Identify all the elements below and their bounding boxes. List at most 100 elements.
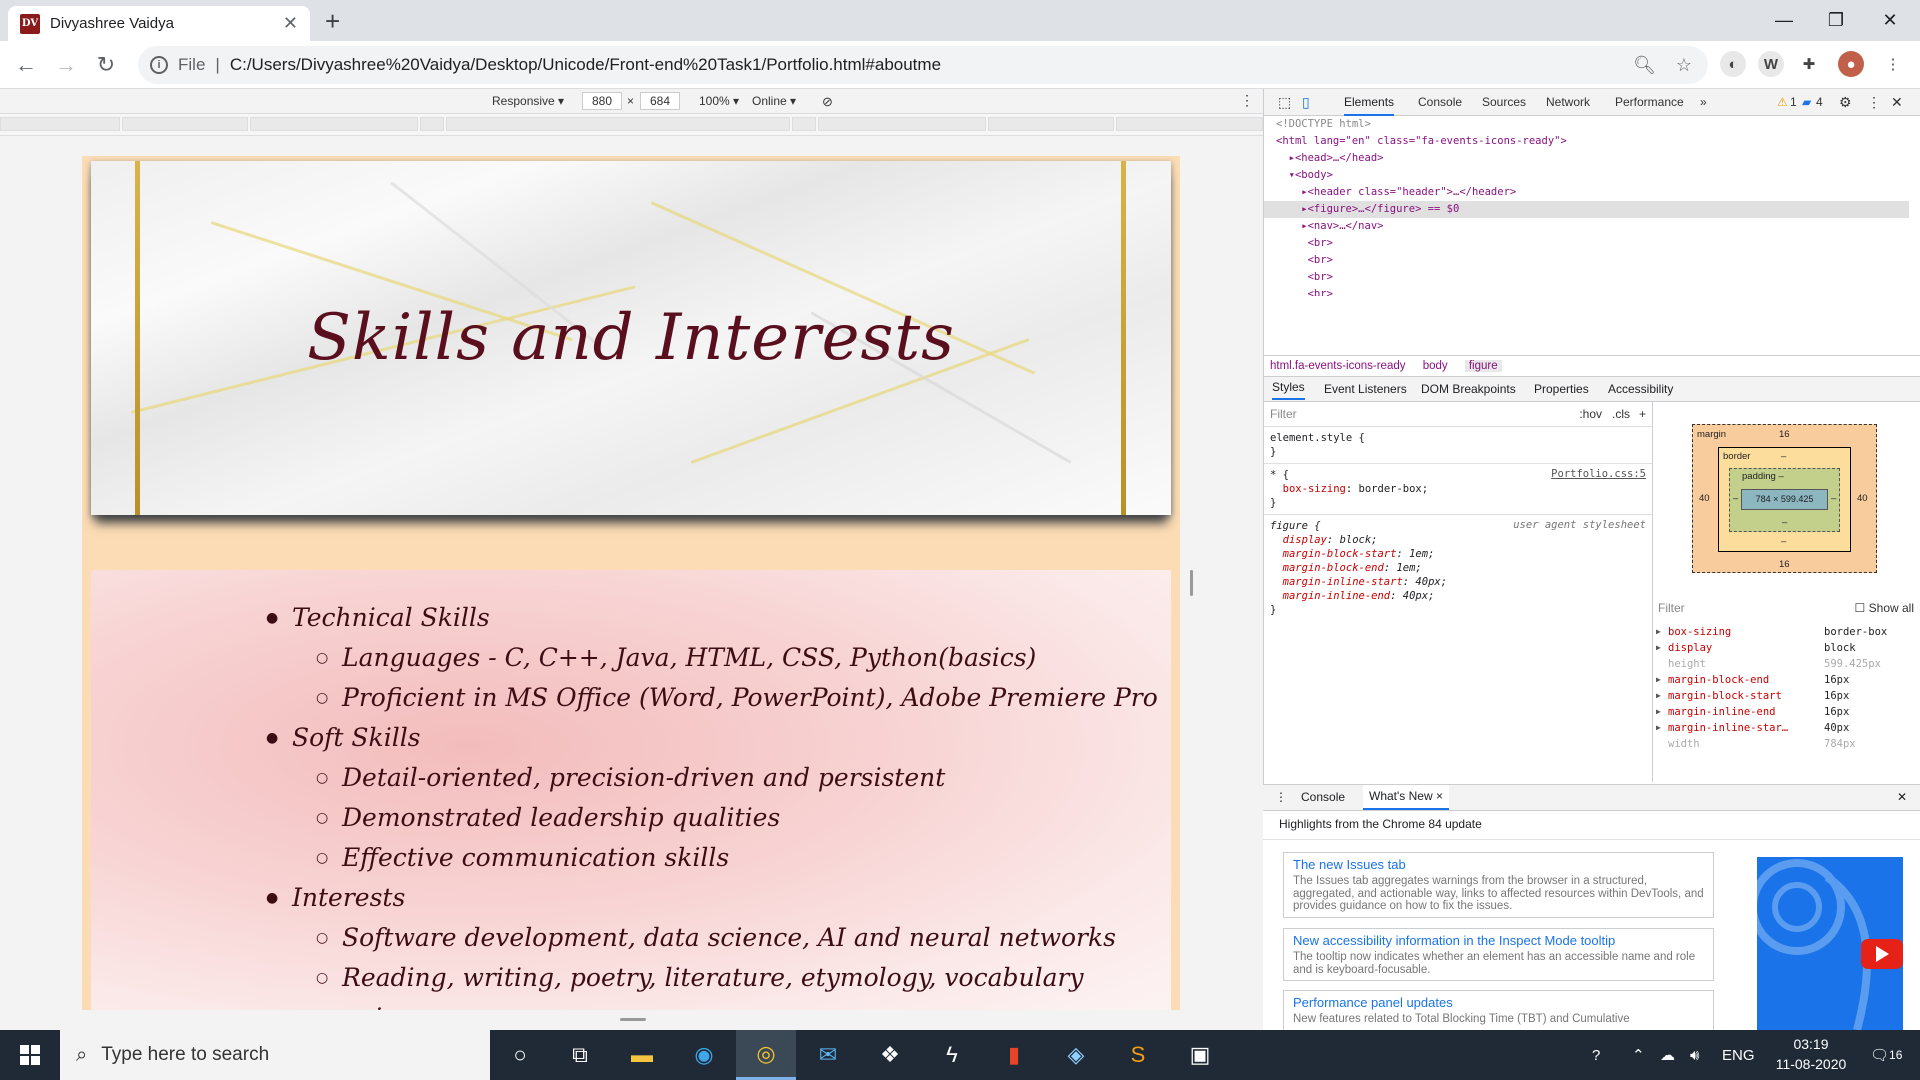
- device-mode-select[interactable]: Responsive ▾: [492, 94, 564, 108]
- breadcrumb-figure[interactable]: figure: [1464, 360, 1502, 372]
- tab-network[interactable]: Network: [1546, 89, 1590, 116]
- drawer-tab-console[interactable]: Console: [1301, 785, 1345, 810]
- device-width-input[interactable]: 880: [582, 92, 622, 110]
- close-window-icon[interactable]: ✕: [1860, 0, 1920, 41]
- computed-property[interactable]: ▶ margin-block-end 16px: [1654, 672, 1920, 688]
- computed-property[interactable]: ▶ margin-inline-end 16px: [1654, 704, 1920, 720]
- css-declaration[interactable]: margin-inline-end: 40px;: [1270, 589, 1646, 603]
- drawer-tab-whats-new[interactable]: What's New ×: [1363, 785, 1449, 810]
- dom-node[interactable]: ▸<nav>…</nav>: [1264, 218, 1909, 235]
- device-height-input[interactable]: 684: [640, 92, 680, 110]
- chrome-menu-icon[interactable]: ⋮: [1880, 51, 1906, 77]
- inspect-element-icon[interactable]: ⬚: [1278, 89, 1291, 116]
- css-declaration[interactable]: margin-block-end: 1em;: [1270, 561, 1646, 575]
- task-view-icon[interactable]: ⧉: [550, 1030, 610, 1080]
- wordpress-extension-icon[interactable]: W: [1758, 51, 1784, 77]
- minimize-icon[interactable]: —: [1754, 0, 1814, 41]
- figure-ua-rule[interactable]: figure { display: block; margin-block-st…: [1264, 515, 1652, 621]
- computed-property[interactable]: ▶ display block: [1654, 640, 1920, 656]
- zoom-select[interactable]: 100% ▾: [699, 94, 739, 108]
- tab-performance[interactable]: Performance: [1615, 89, 1684, 116]
- store-icon[interactable]: ◈: [1046, 1030, 1106, 1080]
- computed-property[interactable]: ▶ box-sizing border-box: [1654, 624, 1920, 640]
- more-tabs-button[interactable]: »: [1700, 89, 1707, 116]
- device-toolbar-menu-icon[interactable]: ⋮: [1240, 92, 1254, 109]
- dom-node[interactable]: <br>: [1264, 269, 1909, 286]
- viewport-resize-handle-bottom[interactable]: [620, 1018, 646, 1021]
- universal-rule[interactable]: * { box-sizing: border-box; } Portfolio.…: [1264, 464, 1652, 515]
- cls-toggle[interactable]: .cls: [1612, 407, 1630, 421]
- browser-tab[interactable]: DV Divyashree Vaidya ✕: [8, 6, 310, 41]
- rotate-icon[interactable]: ⊘: [822, 94, 833, 110]
- tab-dom-breakpoints[interactable]: DOM Breakpoints: [1421, 377, 1516, 402]
- tab-properties[interactable]: Properties: [1534, 377, 1589, 402]
- css-declaration[interactable]: margin-inline-start: 40px;: [1270, 575, 1646, 589]
- dom-node[interactable]: ▸<figure>…</figure> == $0: [1264, 201, 1909, 218]
- forward-icon[interactable]: →: [50, 49, 82, 81]
- dom-node[interactable]: <!DOCTYPE html>: [1264, 116, 1909, 133]
- devtools-close-icon[interactable]: ✕: [1891, 89, 1903, 116]
- card-accessibility-tooltip[interactable]: New accessibility information in the Ins…: [1283, 928, 1714, 981]
- extension-icon[interactable]: ◐: [1720, 51, 1746, 77]
- mail-icon[interactable]: ✉: [798, 1030, 858, 1080]
- notification-center-icon[interactable]: 🗨︎ 16: [1870, 1030, 1902, 1080]
- tab-elements[interactable]: Elements: [1344, 89, 1395, 116]
- computed-property[interactable]: height 599.425px: [1654, 656, 1920, 672]
- taskbar-clock[interactable]: 03:19 11-08-2020: [1766, 1034, 1856, 1074]
- keyboard-language[interactable]: ENG: [1722, 1030, 1755, 1080]
- css-declaration[interactable]: margin-block-start: 1em;: [1270, 547, 1646, 561]
- dom-node[interactable]: <br>: [1264, 286, 1909, 296]
- tab-console[interactable]: Console: [1418, 89, 1462, 116]
- address-bar[interactable]: i File | C:/Users/Divyashree%20Vaidya/De…: [138, 46, 1708, 84]
- devtools-menu-icon[interactable]: ⋮: [1867, 89, 1881, 116]
- tab-event-listeners[interactable]: Event Listeners: [1324, 377, 1407, 402]
- tab-styles[interactable]: Styles: [1272, 377, 1305, 400]
- hov-toggle[interactable]: :hov: [1579, 407, 1602, 421]
- network-throttle-select[interactable]: Online ▾: [752, 94, 796, 108]
- tab-sources[interactable]: Sources: [1482, 89, 1526, 116]
- message-icon[interactable]: ▰: [1802, 89, 1811, 116]
- tab-close-icon[interactable]: ✕: [283, 13, 298, 34]
- element-style-rule[interactable]: element.style { }: [1264, 427, 1652, 464]
- breadcrumb-body[interactable]: body: [1423, 360, 1448, 372]
- viewport-resize-handle-right[interactable]: [1190, 570, 1193, 596]
- dom-node[interactable]: <br>: [1264, 252, 1909, 269]
- dom-node[interactable]: <br>: [1264, 235, 1909, 252]
- volume-icon[interactable]: 🔊︎: [1690, 1030, 1699, 1080]
- dom-node[interactable]: ▸<header class="header">…</header>: [1264, 184, 1909, 201]
- profile-avatar[interactable]: ●: [1838, 51, 1864, 77]
- windows-start-icon[interactable]: [0, 1030, 60, 1080]
- office-icon[interactable]: ▮: [984, 1030, 1044, 1080]
- whats-new-video-thumbnail[interactable]: [1757, 857, 1903, 1030]
- help-icon[interactable]: ?: [1592, 1030, 1600, 1080]
- computed-property[interactable]: ▶ margin-inline-star… 40px: [1654, 720, 1920, 736]
- new-tab-icon[interactable]: +: [325, 6, 340, 36]
- computed-property[interactable]: width 784px: [1654, 736, 1920, 752]
- warning-icon[interactable]: ⚠: [1777, 89, 1788, 116]
- file-explorer-icon[interactable]: ▬: [612, 1030, 672, 1080]
- card-issues-tab[interactable]: The new Issues tab The Issues tab aggreg…: [1283, 852, 1714, 918]
- new-rule-button[interactable]: +: [1639, 407, 1646, 421]
- cortana-icon[interactable]: ○: [490, 1030, 550, 1080]
- computed-filter[interactable]: Filter ☐ Show all: [1654, 596, 1920, 620]
- extensions-puzzle-icon[interactable]: ✚: [1796, 51, 1822, 77]
- back-icon[interactable]: ←: [10, 49, 42, 81]
- maximize-icon[interactable]: ❐: [1806, 0, 1866, 41]
- dom-node[interactable]: ▾<body>: [1264, 167, 1909, 184]
- onedrive-icon[interactable]: ☁: [1660, 1030, 1675, 1080]
- zoom-icon[interactable]: 🔍︎: [1633, 55, 1656, 76]
- device-toggle-icon[interactable]: ▯: [1302, 89, 1310, 116]
- bookmark-star-icon[interactable]: ☆: [1676, 55, 1692, 76]
- visual-studio-icon[interactable]: ϟ: [922, 1030, 982, 1080]
- reload-icon[interactable]: ↻: [90, 49, 122, 81]
- css-declaration[interactable]: display: block;: [1270, 533, 1646, 547]
- styles-filter-input[interactable]: Filter :hov .cls +: [1264, 402, 1652, 427]
- breadcrumb-html[interactable]: html.fa-events-icons-ready: [1270, 360, 1406, 372]
- url-text[interactable]: C:/Users/Divyashree%20Vaidya/Desktop/Uni…: [230, 55, 941, 75]
- chrome-taskbar-icon[interactable]: ◎: [736, 1030, 796, 1080]
- taskbar-search-input[interactable]: ⌕ Type here to search: [60, 1030, 490, 1080]
- dropbox-icon[interactable]: ❖: [860, 1030, 920, 1080]
- show-all-checkbox[interactable]: ☐ Show all: [1855, 601, 1914, 615]
- drawer-menu-icon[interactable]: ⋮: [1275, 785, 1287, 810]
- terminal-icon[interactable]: ▣: [1170, 1030, 1230, 1080]
